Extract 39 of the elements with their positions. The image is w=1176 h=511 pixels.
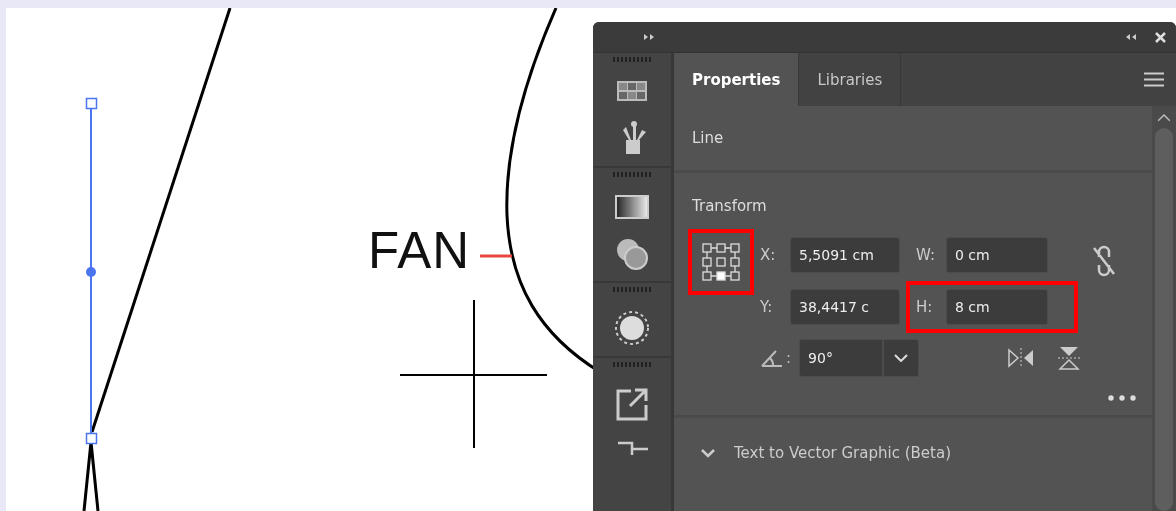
angle-field[interactable]: 90° [799, 339, 920, 377]
angle-label: : [786, 349, 792, 367]
scroll-up-icon[interactable] [1157, 114, 1171, 122]
circle-icon[interactable] [614, 310, 650, 346]
field-label: W: [916, 246, 936, 264]
export-icon[interactable] [615, 387, 649, 421]
input-field[interactable]: 5,5091 cm [790, 237, 900, 273]
input-field[interactable]: 8 cm [946, 289, 1048, 325]
field-label: H: [916, 298, 934, 316]
grid-icon[interactable] [616, 80, 648, 102]
leader-line [480, 254, 512, 258]
panel-tab[interactable]: Properties [674, 53, 800, 106]
section-header[interactable]: Text to Vector Graphic (Beta) [674, 418, 1152, 488]
flip-vertical-icon[interactable] [1057, 345, 1082, 371]
selection-type-label: Line [692, 129, 724, 147]
expand-icon[interactable] [643, 33, 655, 41]
input-field[interactable]: 38,4417 c [790, 289, 900, 325]
canvas-label: FAN [368, 221, 471, 280]
field-label: X: [760, 246, 777, 264]
overlapping-circles-icon[interactable] [615, 237, 649, 271]
grip-handle[interactable] [613, 172, 651, 177]
section-title: Transform [692, 197, 768, 215]
input-field[interactable]: 0 cm [946, 237, 1048, 273]
flip-horizontal-icon[interactable] [1007, 347, 1036, 369]
reference-point-icon[interactable] [701, 242, 741, 282]
field-label: Y: [760, 298, 774, 316]
close-icon[interactable] [1155, 31, 1166, 43]
chevron-icon[interactable] [700, 448, 716, 458]
gradient-icon[interactable] [615, 195, 649, 219]
more-options-icon[interactable] [1108, 395, 1136, 401]
angle-icon [760, 348, 784, 368]
grip-handle[interactable] [613, 362, 651, 367]
collapse-icon[interactable] [1125, 33, 1137, 41]
menu-icon[interactable] [1144, 72, 1164, 87]
grip-handle[interactable] [613, 57, 651, 62]
unlinked-chain-icon[interactable] [1092, 245, 1116, 277]
grip-handle[interactable] [613, 287, 651, 292]
scrollbar[interactable] [1152, 106, 1176, 511]
selected-line[interactable] [85, 97, 98, 445]
